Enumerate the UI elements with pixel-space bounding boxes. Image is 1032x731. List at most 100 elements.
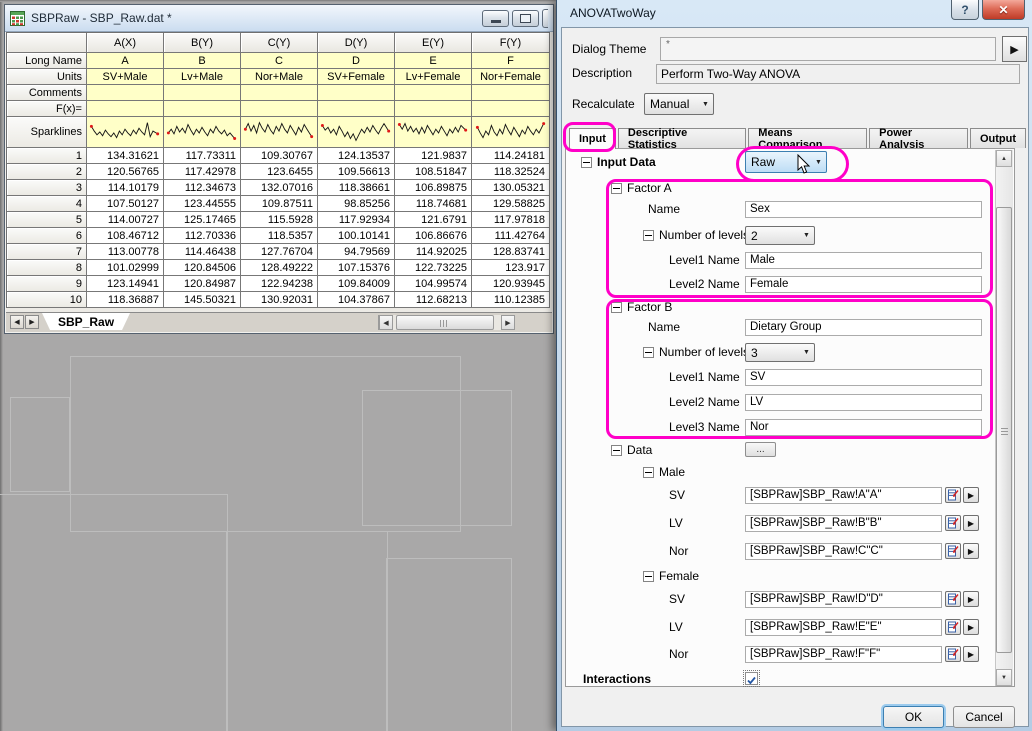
header-cell[interactable]: Lv+Female: [395, 69, 472, 85]
data-cell[interactable]: 114.46438: [164, 244, 241, 260]
data-cell[interactable]: 118.36887: [87, 292, 164, 308]
data-cell[interactable]: 132.07016: [241, 180, 318, 196]
vertical-scrollbar[interactable]: ▲ ▼: [995, 150, 1013, 686]
data-cell[interactable]: 122.73225: [395, 260, 472, 276]
tab-output[interactable]: Output: [970, 128, 1026, 148]
data-cell[interactable]: 108.46712: [87, 228, 164, 244]
data-cell[interactable]: 118.32524: [472, 164, 550, 180]
factor-a-levels-select[interactable]: 2▼: [745, 226, 815, 245]
select-range-button[interactable]: [945, 487, 961, 503]
data-cell[interactable]: 129.58825: [472, 196, 550, 212]
data-cell[interactable]: 123.6455: [241, 164, 318, 180]
dialog-theme-flyout-button[interactable]: ▶: [1002, 36, 1027, 62]
data-cell[interactable]: 100.10141: [318, 228, 395, 244]
column-header[interactable]: E(Y): [395, 33, 472, 53]
tab-means-comparison[interactable]: Means Comparison: [748, 128, 867, 148]
data-cell[interactable]: 112.34673: [164, 180, 241, 196]
female-sv-range-input[interactable]: [SBPRaw]SBP_Raw!D"D": [745, 591, 942, 608]
row-number[interactable]: 7: [7, 244, 87, 260]
browse-button[interactable]: ...: [745, 442, 776, 457]
range-flyout-button[interactable]: ▶: [963, 515, 979, 531]
data-cell[interactable]: 109.30767: [241, 148, 318, 164]
data-cell[interactable]: 104.37867: [318, 292, 395, 308]
range-flyout-button[interactable]: ▶: [963, 591, 979, 607]
header-cell[interactable]: C: [241, 53, 318, 69]
header-cell[interactable]: F: [472, 53, 550, 69]
header-cell[interactable]: [241, 101, 318, 117]
close-button[interactable]: ✕: [982, 0, 1025, 20]
recalculate-select[interactable]: Manual ▼: [644, 93, 714, 115]
data-cell[interactable]: 118.5357: [241, 228, 318, 244]
input-data-select[interactable]: Raw▼: [745, 151, 827, 173]
data-cell[interactable]: 109.84009: [318, 276, 395, 292]
range-flyout-button[interactable]: ▶: [963, 619, 979, 635]
tab-input[interactable]: Input: [569, 128, 616, 149]
row-number[interactable]: 2: [7, 164, 87, 180]
factor-b-level3-name-input[interactable]: Nor: [745, 419, 982, 436]
row-number[interactable]: 10: [7, 292, 87, 308]
data-cell[interactable]: 113.00778: [87, 244, 164, 260]
data-cell[interactable]: 145.50321: [164, 292, 241, 308]
select-range-button[interactable]: [945, 591, 961, 607]
range-flyout-button[interactable]: ▶: [963, 646, 979, 662]
select-range-button[interactable]: [945, 543, 961, 559]
sparkline-cell[interactable]: [241, 117, 318, 148]
data-cell[interactable]: 130.92031: [241, 292, 318, 308]
data-cell[interactable]: 109.56613: [318, 164, 395, 180]
data-cell[interactable]: 118.74681: [395, 196, 472, 212]
worksheet-titlebar[interactable]: SBPRaw - SBP_Raw.dat *: [5, 5, 553, 32]
data-cell[interactable]: 108.51847: [395, 164, 472, 180]
factor-b-name-input[interactable]: Dietary Group: [745, 319, 982, 336]
data-cell[interactable]: 114.92025: [395, 244, 472, 260]
ok-button[interactable]: OK: [883, 706, 944, 728]
column-header[interactable]: D(Y): [318, 33, 395, 53]
header-cell[interactable]: [318, 101, 395, 117]
header-cell[interactable]: [241, 85, 318, 101]
data-cell[interactable]: 112.68213: [395, 292, 472, 308]
data-cell[interactable]: 123.917: [472, 260, 550, 276]
header-cell[interactable]: Lv+Male: [164, 69, 241, 85]
data-cell[interactable]: 94.79569: [318, 244, 395, 260]
factor-a-level1-name-input[interactable]: Male: [745, 252, 982, 269]
data-cell[interactable]: 114.00727: [87, 212, 164, 228]
header-cell[interactable]: [395, 101, 472, 117]
data-cell[interactable]: 134.31621: [87, 148, 164, 164]
data-cell[interactable]: 106.86676: [395, 228, 472, 244]
data-cell[interactable]: 111.42764: [472, 228, 550, 244]
sparkline-cell[interactable]: [87, 117, 164, 148]
data-cell[interactable]: 124.13537: [318, 148, 395, 164]
data-cell[interactable]: 98.85256: [318, 196, 395, 212]
male-lv-range-input[interactable]: [SBPRaw]SBP_Raw!B"B": [745, 515, 942, 532]
minimize-button[interactable]: [482, 10, 509, 27]
header-cell[interactable]: [472, 85, 550, 101]
header-cell[interactable]: [87, 101, 164, 117]
header-cell[interactable]: [164, 101, 241, 117]
row-number[interactable]: 1: [7, 148, 87, 164]
data-cell[interactable]: 117.42978: [164, 164, 241, 180]
data-cell[interactable]: 128.83741: [472, 244, 550, 260]
dialog-theme-input[interactable]: *: [660, 37, 996, 61]
data-cell[interactable]: 107.50127: [87, 196, 164, 212]
collapse-minus-icon[interactable]: [643, 467, 654, 478]
data-cell[interactable]: 125.17465: [164, 212, 241, 228]
tab-descriptive-statistics[interactable]: Descriptive Statistics: [618, 128, 746, 148]
data-cell[interactable]: 118.38661: [318, 180, 395, 196]
row-number[interactable]: 6: [7, 228, 87, 244]
header-cell[interactable]: D: [318, 53, 395, 69]
row-number[interactable]: 4: [7, 196, 87, 212]
male-nor-range-input[interactable]: [SBPRaw]SBP_Raw!C"C": [745, 543, 942, 560]
data-cell[interactable]: 123.44555: [164, 196, 241, 212]
data-cell[interactable]: 121.6791: [395, 212, 472, 228]
column-header[interactable]: A(X): [87, 33, 164, 53]
vertical-scroll-thumb[interactable]: [996, 207, 1012, 653]
data-cell[interactable]: 109.87511: [241, 196, 318, 212]
data-cell[interactable]: 110.12385: [472, 292, 550, 308]
data-cell[interactable]: 121.9837: [395, 148, 472, 164]
factor-a-name-input[interactable]: Sex: [745, 201, 982, 218]
scroll-up-button[interactable]: ▲: [996, 150, 1012, 167]
data-cell[interactable]: 115.5928: [241, 212, 318, 228]
data-cell[interactable]: 112.70336: [164, 228, 241, 244]
row-number[interactable]: 3: [7, 180, 87, 196]
data-cell[interactable]: 117.73311: [164, 148, 241, 164]
scroll-right-button[interactable]: ▶: [501, 315, 515, 330]
